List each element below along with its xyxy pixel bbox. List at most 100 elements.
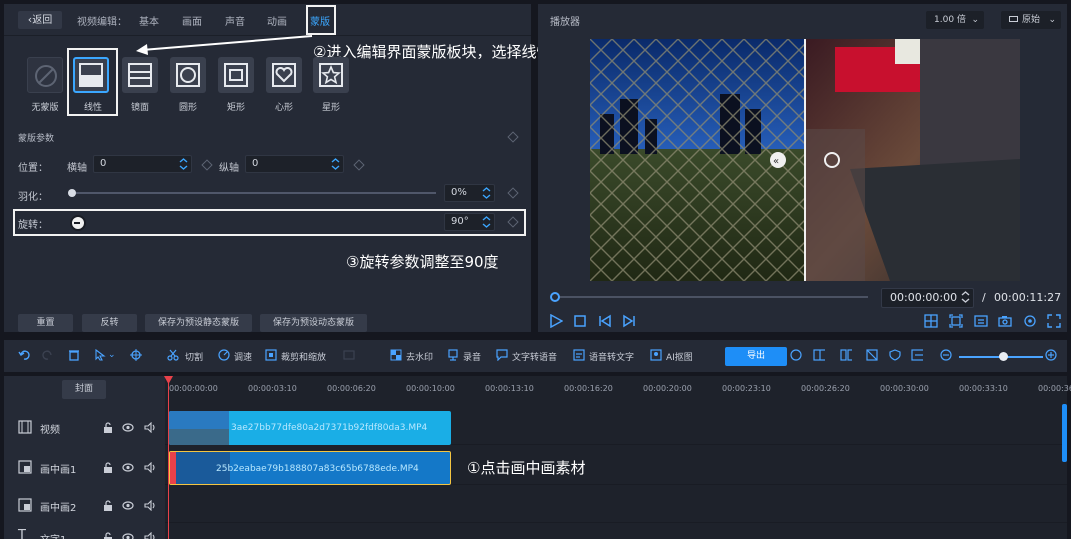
stop-icon[interactable] [573,314,587,328]
tab-basic[interactable]: 基本 [139,13,159,28]
face-icon[interactable] [790,349,802,361]
keyframe-diamond-icon[interactable] [201,159,213,171]
fullscreen-icon[interactable] [1047,314,1061,328]
subtitle-icon[interactable] [974,314,988,328]
track-headers: 封面 视频 画中画1 画中画2 T 文字1 [4,376,165,539]
speaker-icon[interactable] [144,532,156,539]
mask-linear-label: 线性 [83,103,102,113]
stepper-icon[interactable] [961,290,970,304]
speaker-icon[interactable] [144,500,156,511]
fit-icon[interactable] [813,349,825,361]
annotation-step1: ①点击画中画素材 [467,459,586,477]
reset-button[interactable]: 重置 [18,314,73,332]
shield-icon[interactable] [889,349,901,361]
playback-progress-knob[interactable] [550,292,560,302]
mask-star-option[interactable] [313,57,349,93]
play-icon[interactable] [549,314,563,328]
ruler-label: 00:00:13:10 [485,384,534,393]
keyframe-diamond-icon[interactable] [507,131,519,143]
speed-button[interactable]: 调速 [234,350,252,363]
mask-heart-option[interactable] [266,57,302,93]
tab-audio[interactable]: 声音 [225,13,245,28]
video-clip[interactable]: 3ae27bb77dfe80a2d7371b92fdf80da3.MP4 [169,411,451,445]
stepper-icon[interactable] [179,157,188,171]
prev-frame-icon[interactable] [598,314,612,328]
feather-slider-knob[interactable] [68,189,76,197]
lock-icon[interactable] [102,422,114,433]
mask-rect-option[interactable] [218,57,254,93]
cut-button[interactable]: 切割 [185,350,203,363]
save-static-preset-button[interactable]: 保存为预设静态蒙版 [145,314,252,332]
invert-button[interactable]: 反转 [82,314,137,332]
current-time-input[interactable]: 00:00:00:00 [881,288,974,308]
ruler-label: 00:00:10:00 [406,384,455,393]
pip-clip[interactable]: 25b2eabae79b188807a83c65b6788ede.MP4 [169,451,451,485]
ratio-dropdown[interactable]: 原始 ⌄ [1001,11,1061,29]
track-name: 文字1 [40,531,66,539]
eye-icon[interactable] [122,500,134,511]
text-to-speech-button[interactable]: 文字转语音 [512,350,557,363]
mask-none-option[interactable] [27,57,63,93]
tab-picture[interactable]: 画面 [182,13,202,28]
record-button[interactable]: 录音 [463,350,481,363]
mask-mirror-option[interactable] [122,57,158,93]
mask-circle-label: 圆形 [178,103,197,113]
cover-button[interactable]: 封面 [62,380,106,399]
redo-icon[interactable] [42,349,54,361]
lock-icon[interactable] [102,462,114,473]
timeline-scrollbar[interactable] [1062,404,1067,462]
chevron-down-icon: ⌄ [1048,15,1056,25]
undo-icon[interactable] [18,349,30,361]
feather-input[interactable]: 0% [444,184,495,202]
feather-slider[interactable] [72,192,436,194]
zoom-out-icon[interactable] [940,349,952,361]
eye-icon[interactable] [122,462,134,473]
next-frame-icon[interactable] [622,314,636,328]
heart-mask-icon [272,63,296,87]
ai-cutout-button[interactable]: AI抠图 [666,350,693,363]
grid-icon[interactable] [866,349,878,361]
x-axis-input[interactable]: 0 [93,155,192,173]
zoom-in-icon[interactable] [1045,349,1057,361]
pointer-icon[interactable] [94,349,106,361]
tab-animation[interactable]: 动画 [267,13,287,28]
stepper-icon[interactable] [331,157,340,171]
chevron-down-icon[interactable]: ⌄ [108,350,116,360]
speech-to-text-button[interactable]: 语音转文字 [589,350,634,363]
remove-watermark-button[interactable]: 去水印 [406,350,433,363]
speaker-icon[interactable] [144,422,156,433]
rotation-highlight-box [13,209,526,236]
timeline-ruler[interactable]: 00:00:00:00 00:00:03:10 00:00:06:20 00:0… [165,376,1071,406]
crop-zoom-button[interactable]: 裁剪和缩放 [281,350,326,363]
keyframe-diamond-icon[interactable] [353,159,365,171]
eye-icon[interactable] [122,422,134,433]
eye-icon[interactable] [122,532,134,539]
keyframe-diamond-icon[interactable] [507,187,519,199]
save-dynamic-preset-button[interactable]: 保存为预设动态蒙版 [260,314,367,332]
y-axis-input[interactable]: 0 [245,155,344,173]
zoom-slider-knob[interactable] [999,352,1008,361]
playhead[interactable] [168,376,169,539]
ruler-label: 00:00:26:20 [801,384,850,393]
settings-icon[interactable] [1023,314,1037,328]
mirror-mask-icon [128,63,152,87]
split-view-icon[interactable] [840,349,852,361]
lock-icon[interactable] [102,500,114,511]
track-name: 视频 [40,425,60,436]
lock-icon[interactable] [102,532,114,539]
stepper-icon[interactable] [482,186,491,200]
expand-icon[interactable] [911,349,923,361]
playback-progress-bar[interactable] [556,296,868,298]
delete-icon[interactable] [68,349,80,361]
crop-icon[interactable] [949,314,963,328]
mask-circle-option[interactable] [170,57,206,93]
back-button[interactable]: ‹返回 [18,11,62,29]
ruler-label: 00:00:33:10 [959,384,1008,393]
annotation-step3: ③旋转参数调整至90度 [346,253,499,271]
layout-icon[interactable] [924,314,938,328]
speed-dropdown[interactable]: 1.00 倍 ⌄ [926,11,984,29]
speaker-icon[interactable] [144,462,156,473]
export-button[interactable]: 导出 [725,347,787,366]
target-icon[interactable] [130,349,142,361]
camera-icon[interactable] [998,314,1012,328]
